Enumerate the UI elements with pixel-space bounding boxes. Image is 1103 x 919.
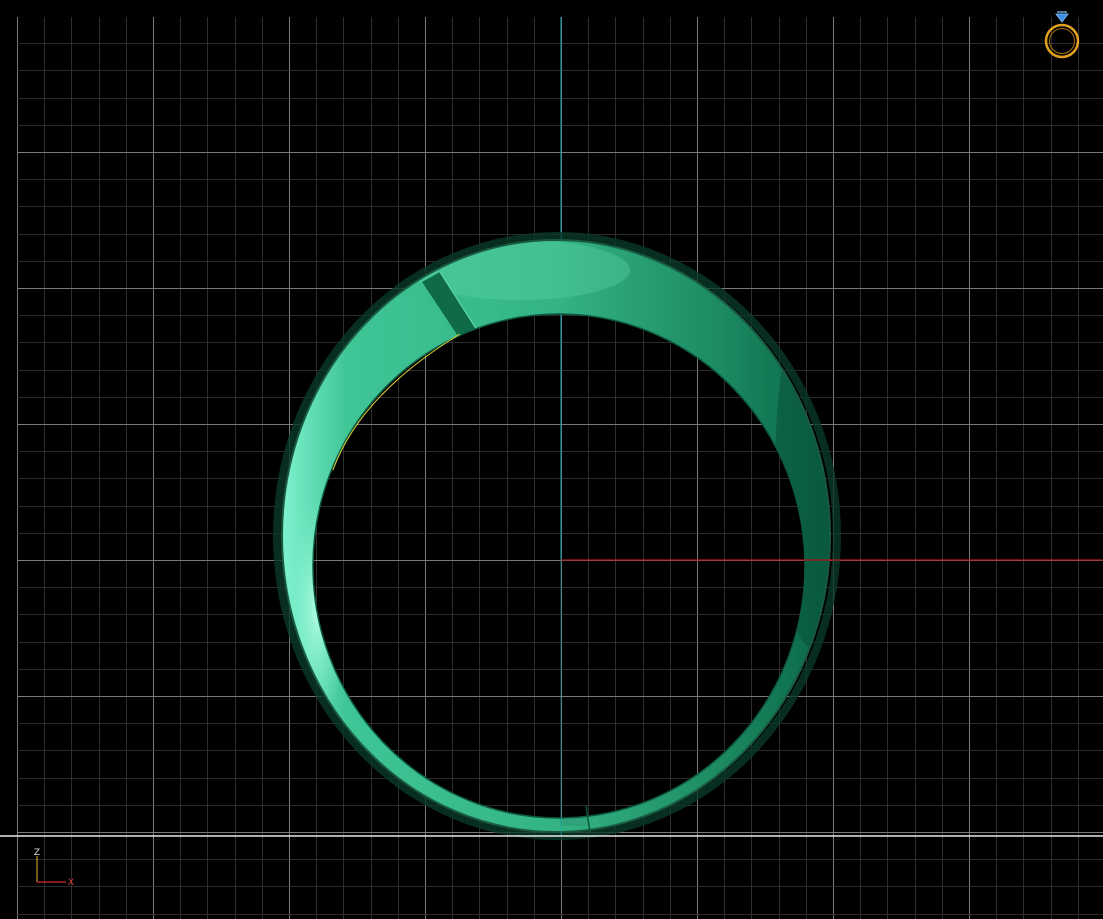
gizmo-z-label: Z	[34, 848, 40, 858]
3d-viewport[interactable]: Z X	[0, 0, 1103, 919]
viewport-background	[0, 0, 1103, 919]
gizmo-x-label: X	[68, 878, 74, 888]
